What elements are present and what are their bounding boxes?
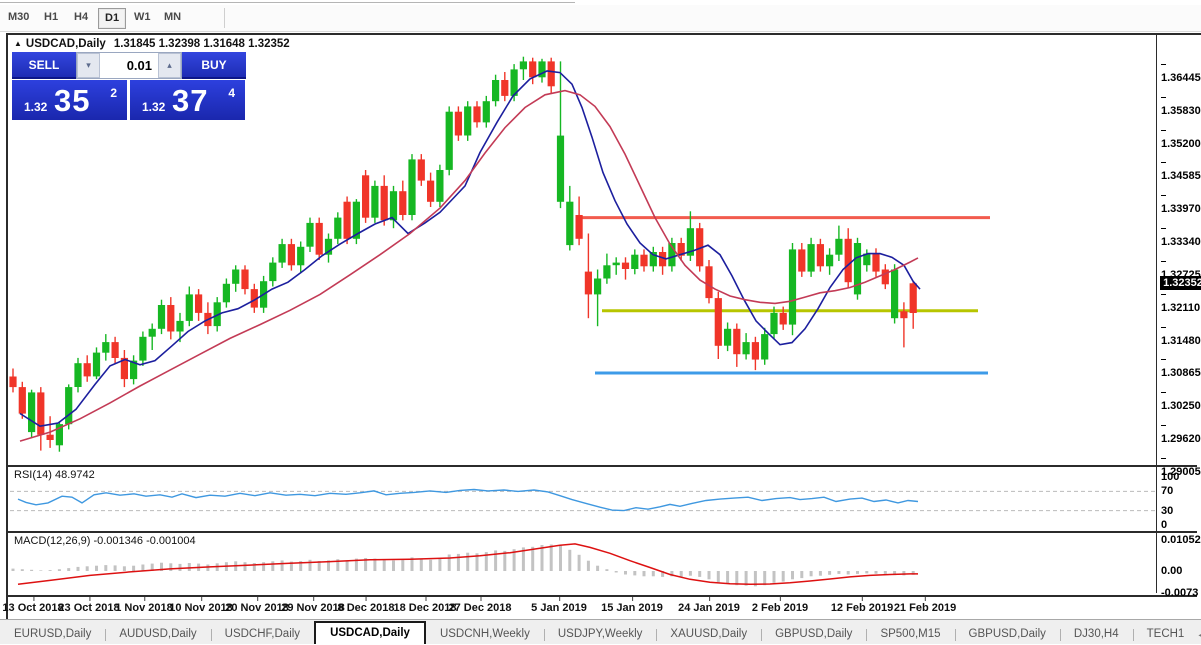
mt4-window: { "toolbar": { "timeframes": [ {"label":…	[0, 0, 1201, 645]
date-tick-label: 21 Feb 2019	[894, 597, 956, 614]
price-tick-label: 1.31480	[1161, 323, 1201, 347]
date-tick-label: 1 Nov 2018	[115, 597, 173, 614]
chart-window: ▲ USDCAD,Daily 1.31845 1.32398 1.31648 1.3…	[2, 33, 1201, 621]
chart-tab-usdchf-daily[interactable]: USDCHF,Daily	[210, 625, 314, 644]
price-tick-label: 1.30250	[1161, 388, 1201, 412]
date-tick-label: 8 Dec 2018	[338, 597, 394, 614]
chart-tab-eurusd-daily[interactable]: EURUSD,Daily	[0, 625, 105, 644]
timeframe-button-m30[interactable]: M30	[2, 8, 35, 27]
rsi-tick-label: 30	[1161, 504, 1174, 517]
chart-tab-tech1[interactable]: TECH1	[1132, 625, 1199, 644]
chart-tab-gbpusd-daily[interactable]: GBPUSD,Daily	[761, 625, 866, 644]
macd-tick-label: 0.010525	[1161, 533, 1201, 546]
chart-tabs-bar: EURUSD,Daily AUDUSD,Daily USDCHF,Daily USDC…	[0, 619, 1201, 644]
macd-chart-canvas[interactable]	[10, 533, 1156, 595]
chart-tab-usdcnh-weekly[interactable]: USDCNH,Weekly	[426, 625, 544, 644]
timeframe-button-mn[interactable]: MN	[158, 8, 187, 27]
price-tick-label: 1.33340	[1161, 224, 1201, 248]
price-chart-canvas[interactable]	[9, 37, 1156, 465]
toolbar-separator	[224, 8, 225, 28]
chart-tab-gbpusd-daily[interactable]: GBPUSD,Daily	[954, 625, 1060, 644]
chart-tab-sp500-m15[interactable]: SP500,M15	[866, 625, 954, 644]
date-tick-label: 2 Feb 2019	[752, 597, 808, 614]
price-tick-label: 1.29620	[1161, 421, 1201, 445]
rsi-tick-label: 0	[1161, 519, 1168, 531]
timeframe-button-h1[interactable]: H1	[38, 8, 64, 27]
chart-tab-usdjpy-weekly[interactable]: USDJPY,Weekly	[543, 625, 657, 644]
date-tick-label: 24 Jan 2019	[678, 597, 740, 614]
time-axis[interactable]: 13 Oct 2018 23 Oct 2018 1 Nov 2018 10 Nov 2…	[2, 597, 1197, 619]
price-tick-label: 1.33970	[1161, 191, 1201, 215]
price-tick-label: 1.36445	[1161, 60, 1201, 84]
date-tick-label: 18 Dec 2018	[394, 597, 457, 614]
macd-tick-label: -0.0073	[1161, 586, 1199, 599]
date-tick-label: 13 Oct 2018	[2, 597, 64, 614]
price-axis-line	[1156, 35, 1157, 593]
timeframe-toolbar: M30 H1 H4 D1 W1 MN	[0, 5, 1201, 32]
timeframe-button-h4[interactable]: H4	[68, 8, 94, 27]
date-tick-label: 12 Feb 2019	[831, 597, 893, 614]
price-tick-label: 1.35830	[1161, 93, 1201, 117]
price-tick-label: 1.34585	[1161, 158, 1201, 182]
price-tick-label: 1.32110	[1161, 290, 1201, 314]
toolbar-edge-line	[0, 2, 575, 3]
date-tick-label: 23 Oct 2018	[58, 597, 120, 614]
chart-tab-xauusd-daily[interactable]: XAUUSD,Daily	[656, 625, 761, 644]
macd-tick-label: 0.00	[1161, 565, 1183, 577]
date-tick-label: 15 Jan 2019	[601, 597, 663, 614]
date-tick-label: 5 Jan 2019	[531, 597, 587, 614]
chart-tab-audusd-daily[interactable]: AUDUSD,Daily	[105, 625, 210, 644]
price-tick-label: 1.35200	[1161, 126, 1201, 150]
price-tick-label: 1.30865	[1161, 355, 1201, 379]
date-tick-label: 20 Nov 2018	[225, 597, 289, 614]
timeframe-button-w1[interactable]: W1	[128, 8, 157, 27]
chart-tab-usdcad-daily[interactable]: USDCAD,Daily	[314, 621, 426, 644]
timeframe-button-d1[interactable]: D1	[98, 8, 127, 29]
date-tick-label: 27 Dec 2018	[449, 597, 512, 614]
rsi-chart-canvas[interactable]	[10, 467, 1156, 530]
date-tick-label: 29 Nov 2018	[281, 597, 345, 614]
rsi-tick-label: 70	[1161, 485, 1174, 498]
rsi-tick-label: 100	[1161, 471, 1180, 483]
current-price-badge: 1.32352	[1160, 275, 1201, 290]
date-tick-label: 10 Nov 2018	[169, 597, 233, 614]
chart-tab-dj30-h4[interactable]: DJ30,H4	[1059, 625, 1133, 644]
